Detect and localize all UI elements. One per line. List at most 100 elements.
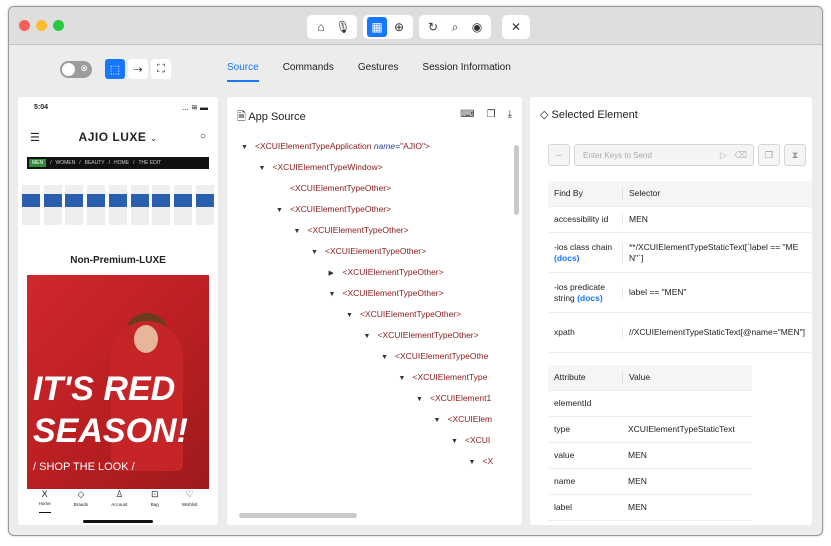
send-icon[interactable]: ▷ ⌫ (720, 150, 747, 161)
collapse-icon[interactable]: ▼ (381, 354, 395, 361)
search-icon[interactable]: ○ (200, 131, 206, 142)
eye-icon[interactable]: ◉ (467, 17, 487, 37)
tree-node[interactable]: ▼ <XCUIElement1 (416, 393, 491, 403)
grid-icon[interactable]: ▦ (367, 17, 387, 37)
collapse-icon[interactable]: ▼ (364, 333, 378, 340)
category-the-edit[interactable]: THE EDIT (138, 160, 161, 166)
table-row[interactable]: value MEN (548, 443, 752, 469)
nav-home[interactable]: X Home (38, 489, 51, 513)
tab-gestures[interactable]: Gestures (358, 62, 399, 82)
category-home[interactable]: HOME (114, 160, 129, 166)
tree-node[interactable]: ▼ <XCUIElementTypeOther> (276, 204, 391, 214)
category-men[interactable]: MEN (29, 159, 47, 167)
app-source-panel: 🗎 App Source ⌨ ❐ ⤓ ▼ <XCUIElementTypeAppl… (227, 97, 522, 525)
node-tag: <XCUIElementTypeOther> (325, 246, 427, 256)
nav-account[interactable]: ♙ Account (111, 489, 127, 513)
nav-wishlist[interactable]: ♡ Wishlist (182, 489, 198, 513)
tree-node[interactable]: ▼ <XCUIElementTypeApplication name="AJIO"… (241, 141, 430, 151)
table-row[interactable]: xpath //XCUIElementTypeStaticText[@name=… (548, 313, 812, 353)
collapse-icon[interactable]: ▼ (399, 375, 413, 382)
timing-button[interactable]: ⧗ (784, 144, 806, 166)
table-row[interactable]: label MEN (548, 495, 752, 521)
nav-label: Home (38, 501, 51, 506)
collapse-icon[interactable]: ▼ (346, 312, 360, 319)
collapse-icon[interactable]: ▼ (241, 144, 255, 151)
tag-icon: ◇ (77, 489, 85, 499)
app-source-header: 🗎 App Source (237, 108, 306, 127)
tab-commands[interactable]: Commands (283, 62, 334, 82)
table-row[interactable]: accessibility id MEN (548, 207, 812, 233)
tree-node[interactable]: ▼ <XCUIElementTypeOthe (381, 351, 488, 361)
table-row[interactable]: name MEN (548, 469, 752, 495)
tap-button[interactable]: ⌣ (548, 144, 570, 166)
select-icon[interactable]: ⬚ (105, 59, 125, 79)
vertical-scrollbar[interactable] (514, 145, 519, 215)
tree-node[interactable]: ▼ <XCUIElementType (399, 372, 488, 382)
docs-link[interactable]: (docs) (577, 293, 603, 303)
zoom-window-button[interactable] (53, 20, 64, 31)
node-attr: name= (373, 141, 401, 151)
source-tree[interactable]: ▼ <XCUIElementTypeApplication name="AJIO"… (241, 141, 507, 509)
expand-icon[interactable]: ▶ (329, 269, 343, 277)
collapse-icon[interactable]: ▼ (451, 438, 465, 445)
tree-node[interactable]: ▼ <XCUI (451, 435, 490, 445)
brand-logo: AJIO LUXE ⌄ (18, 130, 218, 144)
tab-session-information[interactable]: Session Information (422, 62, 510, 82)
nav-brands[interactable]: ◇ Brands (74, 489, 88, 513)
collapse-icon[interactable]: ▼ (469, 459, 483, 466)
tree-node[interactable]: ▼ <XCUIElementTypeOther> (329, 288, 444, 298)
home-icon[interactable]: ⌂ (311, 17, 331, 37)
category-women[interactable]: WOMEN (56, 160, 76, 166)
refresh-icon[interactable]: ↻ (423, 17, 443, 37)
collapse-icon[interactable]: ▼ (259, 165, 273, 172)
collapse-icon[interactable]: ▼ (311, 249, 325, 256)
tab-source[interactable]: Source (227, 62, 259, 82)
collapse-icon[interactable]: ▼ (294, 228, 308, 235)
screenshot-toggle[interactable]: ⊗ (60, 61, 92, 78)
horizontal-scrollbar[interactable] (239, 513, 357, 518)
shop-the-look-link[interactable]: / SHOP THE LOOK / (33, 461, 135, 473)
node-tag: <XCUIElementTypeApplication (255, 141, 374, 151)
tree-node[interactable]: ▼ <XCUIElementTypeOther> (311, 246, 426, 256)
bag-icon: ⊡ (150, 489, 159, 499)
tree-node[interactable]: ▼ <XCUIElementTypeOther> (294, 225, 409, 235)
node-tag: <XCUIElementTypeOther> (377, 330, 479, 340)
search-icon[interactable]: ⌕ (445, 17, 465, 37)
device-screenshot[interactable]: 5:04 ... ≋ ▬ ☰ AJIO LUXE ⌄ ○ MEN / WOMEN /… (18, 97, 218, 525)
collapse-icon[interactable]: ▼ (434, 417, 448, 424)
user-icon: ♙ (115, 489, 124, 499)
collapse-icon[interactable]: ▼ (416, 396, 430, 403)
collapse-icon[interactable]: ▼ (276, 207, 290, 214)
collapse-icon[interactable]: ▼ (329, 291, 343, 298)
table-row[interactable]: -ios predicate string (docs) label == "M… (548, 273, 812, 313)
minimize-window-button[interactable] (36, 20, 47, 31)
nav-bag[interactable]: ⊡ Bag (151, 489, 159, 513)
table-row[interactable]: type XCUIElementTypeStaticText (548, 417, 752, 443)
close-icon[interactable]: ✕ (506, 17, 526, 37)
docs-link[interactable]: (docs) (554, 253, 580, 263)
swipe-icon[interactable]: ⇢ (128, 59, 148, 79)
session-actions-group: ↻ ⌕ ◉ (419, 15, 491, 39)
terminal-icon[interactable]: ⌨ (460, 109, 474, 120)
copy-icon[interactable]: ❐ (487, 109, 496, 120)
globe-icon[interactable]: ⊕ (389, 17, 409, 37)
tree-node[interactable]: ▼ <XCUIElementTypeOther> (346, 309, 461, 319)
table-row[interactable]: elementId (548, 391, 752, 417)
mic-icon[interactable]: 🎙︎ (333, 17, 353, 37)
tree-node[interactable]: ▼ <XCUIElem (434, 414, 493, 424)
download-icon[interactable]: ⤓ (508, 109, 512, 120)
tree-node[interactable]: ▶ <XCUIElementTypeOther> (329, 267, 444, 277)
close-window-button[interactable] (19, 20, 30, 31)
hero-banner[interactable]: IT'S RED SEASON! / SHOP THE LOOK / (27, 275, 209, 489)
tree-node[interactable]: ▼ <XCUIElementTypeOther> (364, 330, 479, 340)
tree-node[interactable]: ▼ <XCUIElementTypeWindow> (259, 162, 383, 172)
send-keys-input[interactable]: Enter Keys to Send ▷ ⌫ (574, 144, 754, 166)
node-tag: <XCUIElementType (412, 372, 488, 382)
tree-node[interactable]: <XCUIElementTypeOther> (276, 183, 391, 193)
tree-node[interactable]: ▼ <X (469, 456, 494, 466)
copy-attributes-button[interactable]: ❐ (758, 144, 780, 166)
table-row[interactable]: -ios class chain (docs) **/XCUIElementTy… (548, 233, 812, 273)
strategy-cell: -ios class chain (docs) (548, 242, 622, 264)
crop-icon[interactable]: ⛶ (151, 59, 171, 79)
category-beauty[interactable]: BEAUTY (85, 160, 105, 166)
